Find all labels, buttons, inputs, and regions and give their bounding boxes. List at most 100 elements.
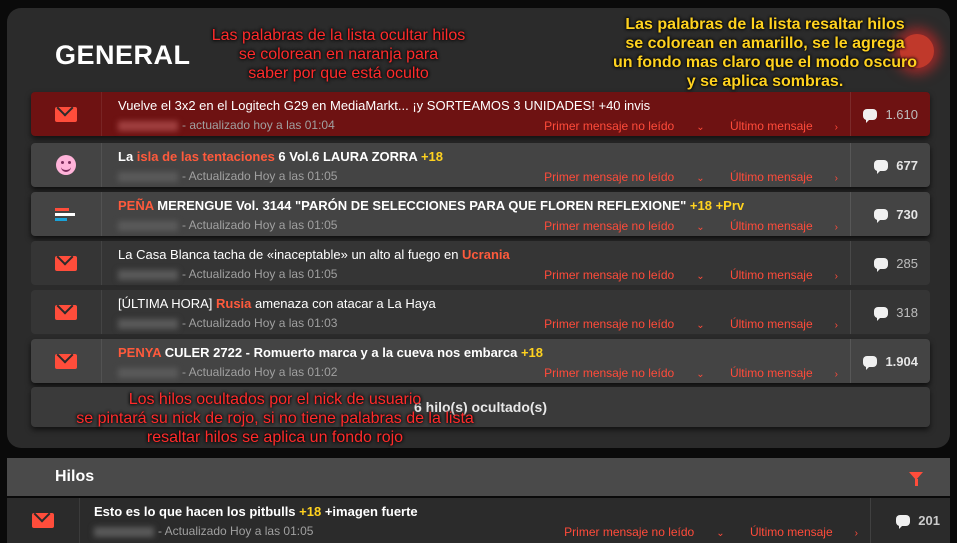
hidden-word: isla de las tentaciones [136, 149, 275, 164]
title-text: La [118, 149, 137, 164]
thread-links: Primer mensaje no leído ⌄ Último mensaje › [522, 170, 838, 184]
thread-row[interactable]: PEÑA MERENGUE Vol. 3144 "PARÓN DE SELECC… [31, 192, 930, 236]
thread-links: Primer mensaje no leído ⌄ Último mensaje › [522, 219, 838, 233]
thread-links: Primer mensaje no leído ⌄ Último mensaje › [522, 366, 838, 380]
last-message-link[interactable]: Último mensaje › [730, 119, 838, 133]
title-text: MERENGUE Vol. 3144 "PARÓN DE SELECCIONES… [153, 198, 690, 213]
first-unread-link[interactable]: Primer mensaje no leído ⌄ [544, 170, 704, 184]
flag-icon [55, 206, 77, 222]
thread-row[interactable]: La isla de las tentaciones 6 Vol.6 LAURA… [31, 143, 930, 187]
chevron-down-icon: ⌄ [696, 222, 705, 233]
smiley-icon [56, 155, 76, 175]
reply-count: 1.610 [850, 92, 930, 136]
first-unread-link[interactable]: Primer mensaje no leído ⌄ [544, 366, 704, 380]
mail-icon [55, 304, 77, 320]
thread-title[interactable]: La isla de las tentaciones 6 Vol.6 LAURA… [118, 149, 443, 164]
note-nick: Los hilos ocultados por el nick de usuar… [76, 391, 474, 446]
last-message-link[interactable]: Último mensaje › [730, 170, 838, 184]
section-title: GENERAL [55, 40, 191, 70]
thread-meta: - Actualizado Hoy a las 01:03 [118, 316, 337, 330]
thread-row[interactable]: La Casa Blanca tacha de «inaceptable» un… [31, 241, 930, 285]
chevron-right-icon: › [834, 320, 838, 331]
mail-icon [55, 353, 77, 369]
highlighted-word: +18 [420, 149, 444, 164]
chat-bubble-icon [874, 306, 889, 321]
chat-bubble-icon [896, 515, 911, 529]
last-message-link[interactable]: Último mensaje › [730, 366, 838, 380]
chevron-down-icon: ⌄ [696, 320, 705, 331]
chat-bubble-icon [863, 108, 878, 123]
title-text: [ÚLTIMA HORA] [118, 296, 216, 311]
last-message-link[interactable]: Último mensaje › [730, 317, 838, 331]
first-unread-link[interactable]: Primer mensaje no leído ⌄ [544, 219, 704, 233]
chat-bubble-icon [874, 159, 889, 174]
thread-meta: - Actualizado Hoy a las 01:05 [118, 267, 337, 281]
thread-meta: - Actualizado Hoy a las 01:02 [118, 365, 337, 379]
first-unread-link[interactable]: Primer mensaje no leído ⌄ [544, 317, 704, 331]
first-unread-link[interactable]: Primer mensaje no leído ⌄ [564, 525, 724, 539]
title-text: +imagen fuerte [321, 504, 418, 519]
reply-count: 318 [850, 290, 930, 334]
last-message-link[interactable]: Último mensaje › [750, 525, 858, 539]
chat-bubble-icon [863, 355, 878, 370]
chevron-down-icon: ⌄ [716, 528, 725, 539]
title-text: Esto es lo que hacen los pitbulls [94, 504, 300, 519]
thread-links: Primer mensaje no leído ⌄ Último mensaje › [522, 268, 838, 282]
note-ocultar: Las palabras de la lista ocultar hilos se… [211, 27, 466, 82]
blurred-username [118, 367, 178, 378]
thread-links: Primer mensaje no leído ⌄ Último mensaje › [542, 525, 858, 539]
highlighted-word: +18 [299, 504, 322, 519]
hilos-header: Hilos [7, 458, 950, 496]
chevron-down-icon: ⌄ [696, 173, 705, 184]
blurred-username [118, 220, 178, 231]
highlighted-word: +18 [520, 345, 544, 360]
hidden-word: Ucrania [462, 247, 510, 262]
chevron-right-icon: › [834, 173, 838, 184]
thread-title[interactable]: PEÑA MERENGUE Vol. 3144 "PARÓN DE SELECC… [118, 198, 744, 213]
reply-count: 1.904 [850, 339, 930, 383]
reply-count: 730 [850, 192, 930, 236]
mail-icon [55, 106, 77, 122]
last-message-link[interactable]: Último mensaje › [730, 268, 838, 282]
title-text: CULER 2722 - Romuerto marca y a la cueva… [161, 345, 521, 360]
mail-icon [32, 513, 54, 528]
thread-row[interactable]: [ÚLTIMA HORA] Rusia amenaza con atacar a… [31, 290, 930, 334]
thread-row[interactable]: PENYA CULER 2722 - Romuerto marca y a la… [31, 339, 930, 383]
hidden-word: Rusia [216, 296, 252, 311]
last-message-link[interactable]: Último mensaje › [730, 219, 838, 233]
chevron-down-icon: ⌄ [696, 122, 705, 133]
note-resaltar: Las palabras de la lista resaltar hilos s… [612, 16, 918, 90]
blurred-username [94, 526, 154, 537]
thread-row[interactable]: Vuelve el 3x2 en el Logitech G29 en Medi… [31, 92, 930, 136]
chevron-down-icon: ⌄ [696, 271, 705, 282]
chevron-right-icon: › [834, 369, 838, 380]
reply-count: 201 [870, 498, 950, 543]
mail-icon-cell [31, 92, 102, 136]
blurred-username [118, 318, 178, 329]
thread-row[interactable]: Esto es lo que hacen los pitbulls +18 +i… [7, 498, 950, 543]
thread-title[interactable]: La Casa Blanca tacha de «inaceptable» un… [118, 247, 510, 262]
title-text: 6 Vol.6 LAURA ZORRA [274, 149, 421, 164]
reply-count: 285 [850, 241, 930, 285]
chat-bubble-icon [874, 257, 889, 272]
thread-title[interactable]: Vuelve el 3x2 en el Logitech G29 en Medi… [118, 98, 650, 113]
chevron-right-icon: › [834, 222, 838, 233]
thread-meta: - Actualizado Hoy a las 01:05 [118, 169, 337, 183]
thread-title[interactable]: [ÚLTIMA HORA] Rusia amenaza con atacar a… [118, 296, 436, 311]
thread-meta: - Actualizado Hoy a las 01:05 [94, 524, 313, 538]
reply-count: 677 [850, 143, 930, 187]
chevron-right-icon: › [834, 271, 838, 282]
first-unread-link[interactable]: Primer mensaje no leído ⌄ [544, 268, 704, 282]
thread-meta: - actualizado hoy a las 01:04 [118, 118, 335, 132]
title-text: La Casa Blanca tacha de «inaceptable» un… [118, 247, 463, 262]
hidden-word: PEÑA [118, 198, 154, 213]
chevron-down-icon: ⌄ [696, 369, 705, 380]
title-text: Vuelve el 3x2 en el Logitech G29 en Medi… [118, 98, 651, 113]
thread-links: Primer mensaje no leído ⌄ Último mensaje › [522, 119, 838, 133]
thread-title[interactable]: Esto es lo que hacen los pitbulls +18 +i… [94, 504, 418, 519]
first-unread-link[interactable]: Primer mensaje no leído ⌄ [544, 119, 704, 133]
mail-icon [55, 255, 77, 271]
thread-title[interactable]: PENYA CULER 2722 - Romuerto marca y a la… [118, 345, 543, 360]
thread-meta: - Actualizado Hoy a las 01:05 [118, 218, 337, 232]
filter-icon[interactable] [909, 472, 923, 486]
